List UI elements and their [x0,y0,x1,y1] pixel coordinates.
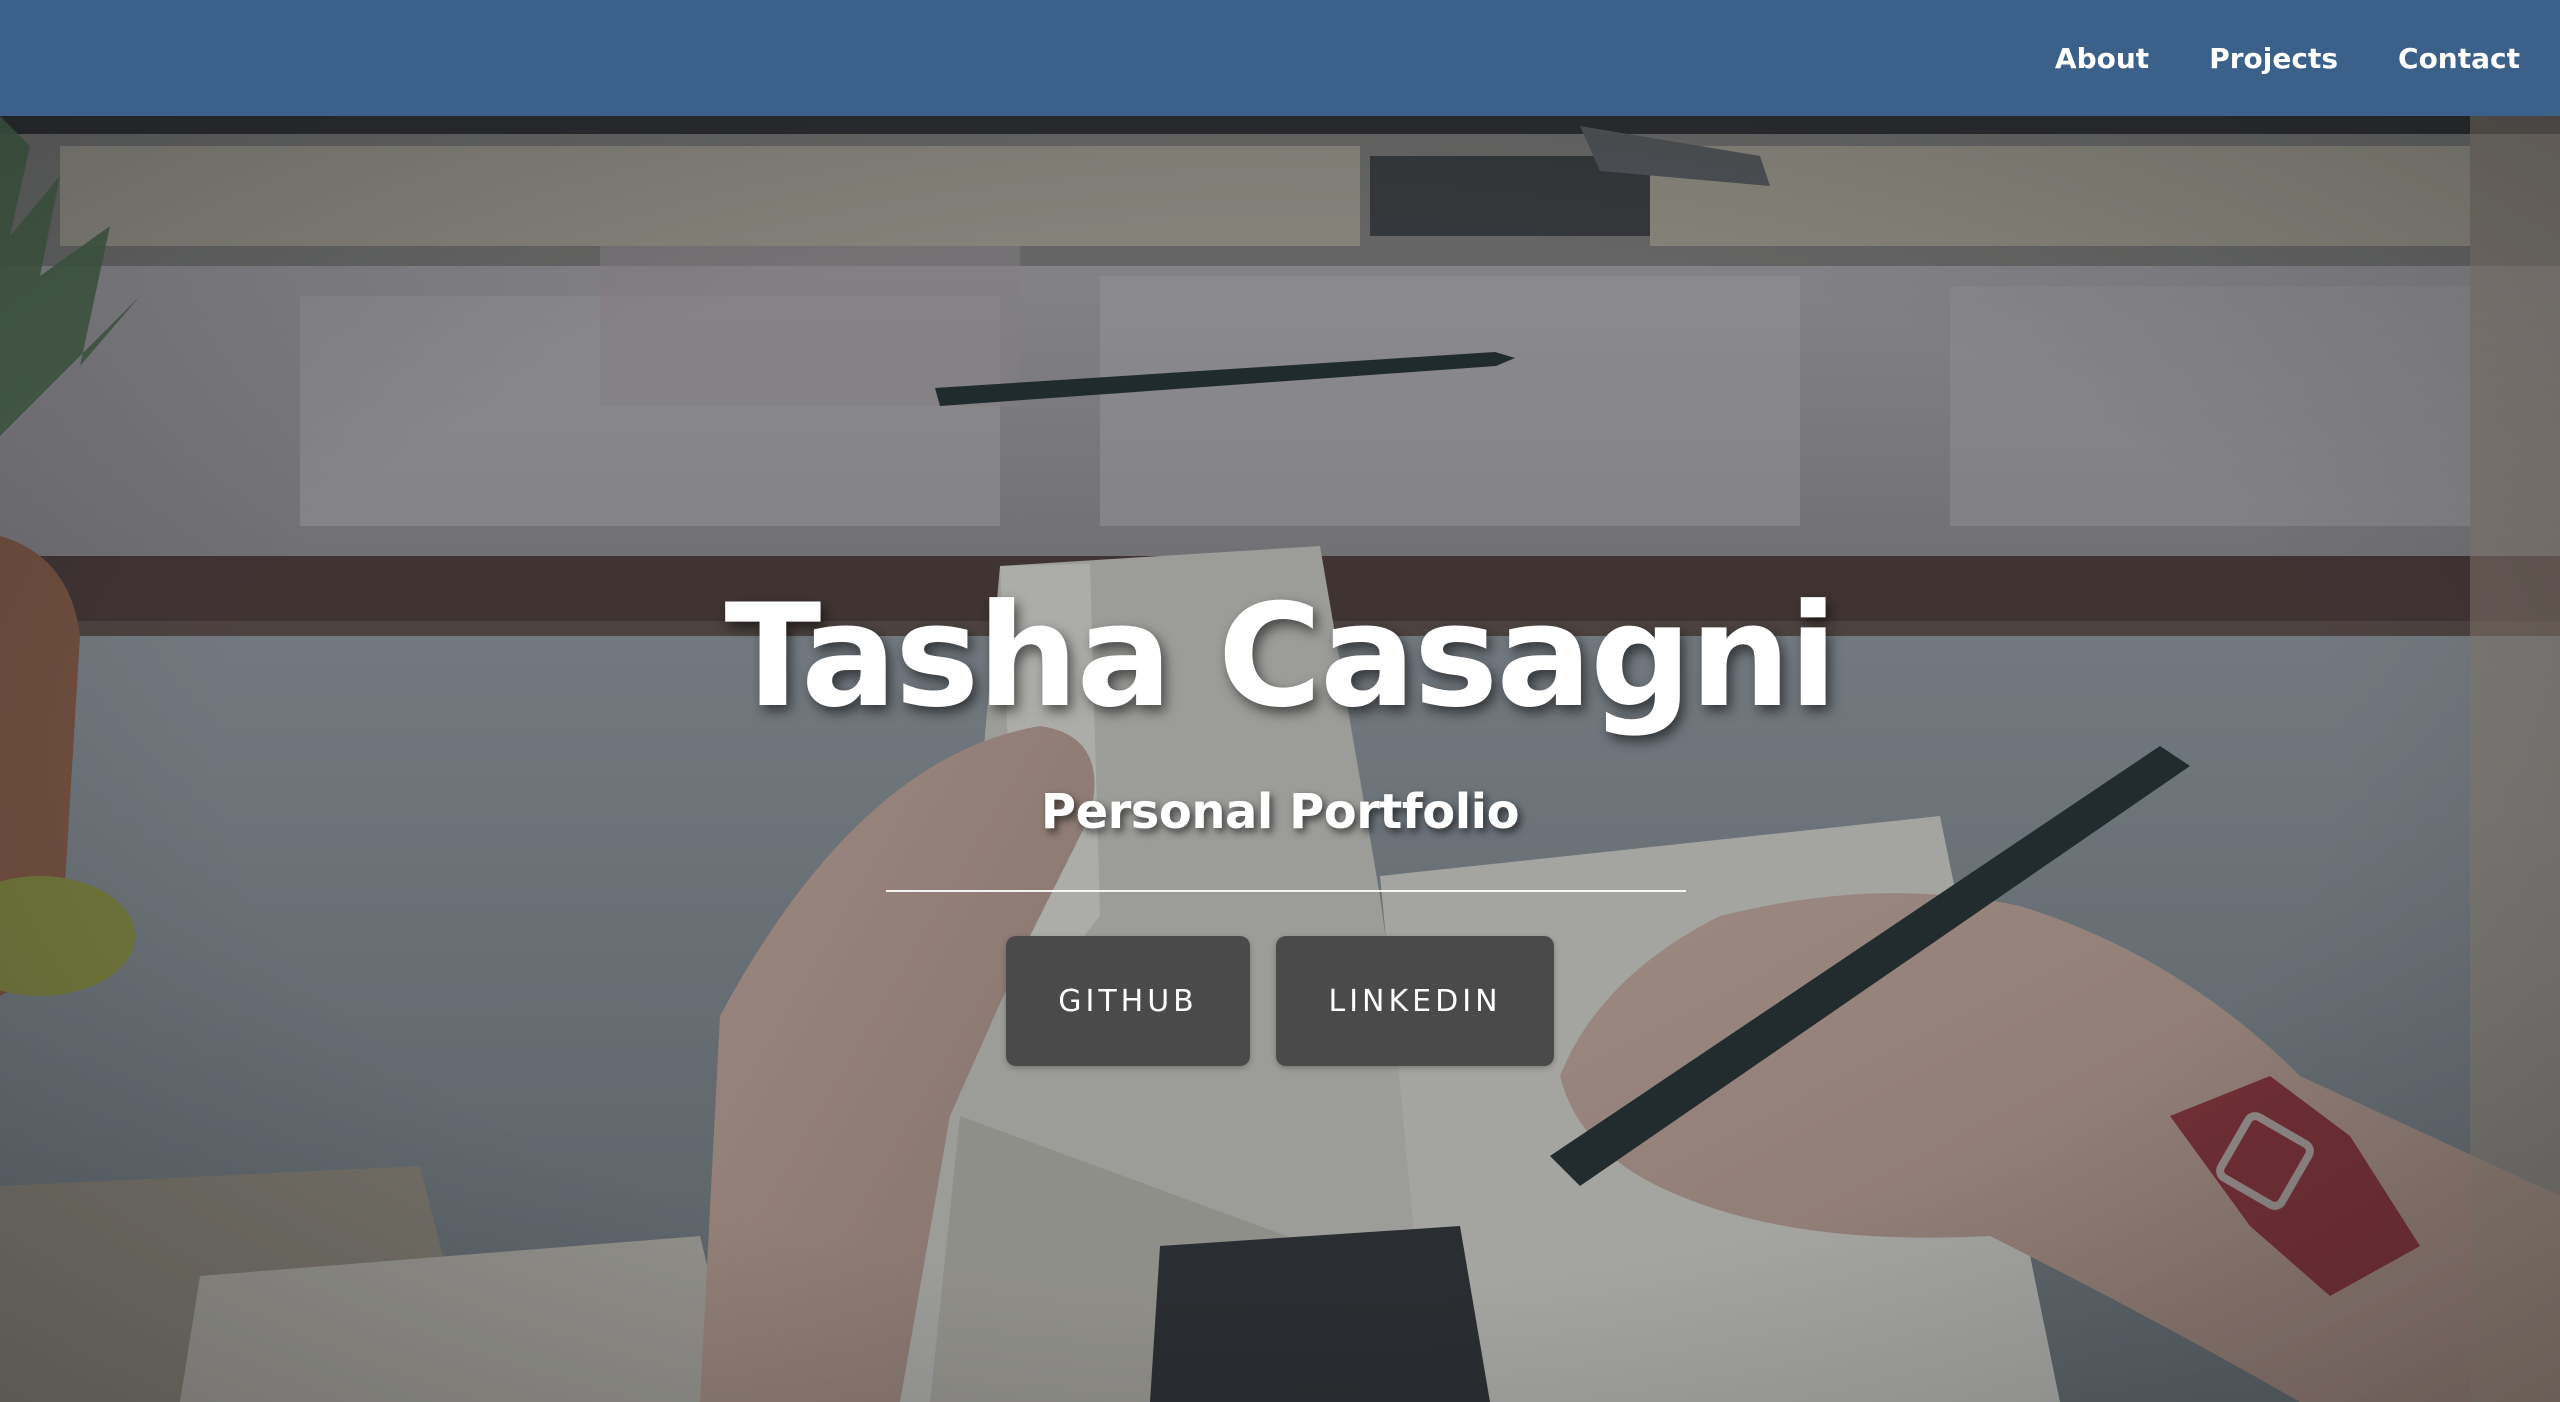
linkedin-button[interactable]: LINKEDIN [1276,936,1554,1066]
top-navbar: About Projects Contact [0,0,2560,116]
nav-link-about[interactable]: About [2055,42,2149,75]
hero-divider [886,890,1686,892]
social-buttons: GITHUB LINKEDIN [0,936,2560,1066]
hero-content: Tasha Casagni Personal Portfolio GITHUB … [0,116,2560,1402]
nav-links: About Projects Contact [2055,0,2520,116]
hero-title: Tasha Casagni [724,574,1837,739]
hero-section: Tasha Casagni Personal Portfolio GITHUB … [0,116,2560,1402]
github-button[interactable]: GITHUB [1006,936,1250,1066]
hero-subtitle: Personal Portfolio [1040,784,1520,840]
nav-link-contact[interactable]: Contact [2398,42,2520,75]
portfolio-page: About Projects Contact Tasha Casagni Per… [0,0,2560,1402]
nav-link-projects[interactable]: Projects [2209,42,2338,75]
